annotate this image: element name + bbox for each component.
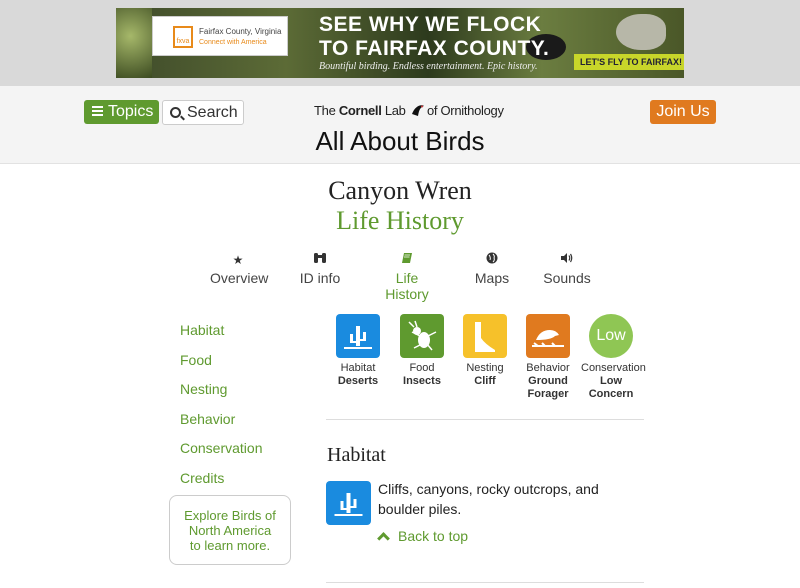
tab-maps[interactable]: Maps: [474, 252, 510, 286]
ad-cta-button[interactable]: LET'S FLY TO FAIRFAX!: [574, 54, 684, 70]
globe-icon: [474, 252, 510, 268]
ad-foliage-image: [116, 8, 152, 78]
card-conservation-value-line1: Low: [600, 375, 622, 387]
card-habitat[interactable]: Habitat Deserts: [328, 314, 388, 388]
fxva-logo-icon: fxva: [173, 26, 193, 48]
ad-headline-line2: TO FAIRFAX COUNTY.: [319, 37, 550, 60]
page-subtitle: Life History: [336, 206, 464, 235]
cornell-bird-icon: [411, 105, 424, 116]
ad-headline: SEE WHY WE FLOCK TO FAIRFAX COUNTY.: [319, 13, 599, 61]
species-tabs: ★ Overview ID info Life History Maps Sou…: [0, 252, 800, 302]
card-behavior-value-line1: Ground: [528, 375, 568, 387]
sidenav-behavior[interactable]: Behavior: [180, 411, 263, 441]
speaker-icon: [542, 252, 592, 268]
tab-life-history-label: Life History: [385, 270, 429, 302]
cactus-icon: [326, 481, 371, 525]
card-food-caption: Food: [409, 362, 435, 374]
back-to-top-label: Back to top: [398, 528, 469, 544]
explore-line2: North America: [188, 523, 272, 538]
tab-id-info[interactable]: ID info: [298, 252, 342, 286]
search-button[interactable]: Search: [162, 100, 244, 125]
tab-maps-label: Maps: [474, 270, 510, 286]
ad-tagline: Bountiful birding. Endless entertainment…: [319, 61, 538, 72]
star-icon: ★: [232, 253, 244, 267]
logo-the: The: [314, 103, 339, 118]
tab-sounds-label: Sounds: [543, 270, 591, 286]
conservation-badge: Low: [589, 314, 633, 358]
sidenav-nesting[interactable]: Nesting: [180, 381, 263, 411]
section-sidenav: Habitat Food Nesting Behavior Conservati…: [180, 322, 263, 499]
divider: [326, 419, 644, 420]
sidenav-food[interactable]: Food: [180, 352, 263, 382]
card-conservation-value-line2: Concern: [588, 388, 634, 400]
sidenav-conservation[interactable]: Conservation: [180, 440, 263, 470]
tab-overview[interactable]: ★ Overview: [210, 252, 269, 286]
search-label: Search: [187, 104, 238, 121]
tab-overview-label: Overview: [210, 270, 269, 286]
chevron-up-icon: [377, 532, 390, 545]
topics-label: Topics: [108, 103, 154, 120]
card-behavior[interactable]: Behavior Ground Forager: [518, 314, 578, 401]
menu-icon: [92, 106, 103, 116]
ad-banner[interactable]: fxva Fairfax County, Virginia Connect wi…: [116, 8, 684, 78]
insect-icon: [400, 314, 444, 358]
site-title[interactable]: All About Birds: [0, 126, 800, 157]
card-food-value: Insects: [403, 375, 441, 387]
explore-birds-button[interactable]: Explore Birds of North America to learn …: [169, 495, 291, 565]
back-to-top-link[interactable]: Back to top: [377, 528, 469, 545]
explore-line1: Explore Birds of: [184, 508, 276, 523]
card-nesting-caption: Nesting: [466, 362, 504, 374]
logo-lab: Lab: [381, 103, 409, 118]
card-conservation-caption: Conservation: [581, 362, 646, 374]
card-conservation[interactable]: Low Conservation Low Concern: [581, 314, 646, 401]
divider: [326, 582, 644, 583]
book-icon: [372, 252, 442, 268]
topics-button[interactable]: Topics: [84, 100, 159, 124]
card-nesting-value: Cliff: [474, 375, 496, 387]
ad-sponsor-card: fxva Fairfax County, Virginia Connect wi…: [152, 16, 288, 56]
card-behavior-caption: Behavior: [526, 362, 570, 374]
tab-id-info-label: ID info: [299, 270, 341, 286]
join-us-button[interactable]: Join Us: [650, 100, 716, 124]
ground-forager-icon: [526, 314, 570, 358]
cactus-icon: [336, 314, 380, 358]
cliff-icon: [463, 314, 507, 358]
cornell-lab-logo[interactable]: The Cornell Lab of Ornithology: [314, 102, 504, 118]
card-habitat-caption: Habitat: [340, 362, 376, 374]
card-habitat-value: Deserts: [337, 375, 379, 387]
card-nesting[interactable]: Nesting Cliff: [455, 314, 515, 388]
ad-banner-bar: fxva Fairfax County, Virginia Connect wi…: [0, 0, 800, 86]
ad-heron-image: [616, 14, 666, 50]
species-name: Canyon Wren: [328, 176, 472, 205]
explore-line3: to learn more.: [189, 538, 271, 553]
tab-sounds[interactable]: Sounds: [542, 252, 592, 286]
card-food[interactable]: Food Insects: [392, 314, 452, 388]
habitat-description: Cliffs, canyons, rocky outcrops, and bou…: [378, 481, 599, 517]
binoculars-icon: [298, 252, 342, 268]
ad-card-line2: Connect with America: [199, 39, 267, 46]
ad-headline-line1: SEE WHY WE FLOCK: [319, 13, 542, 36]
ad-logo-text: fxva: [176, 38, 190, 45]
search-icon: [170, 107, 181, 118]
ad-card-line1: Fairfax County, Virginia: [199, 27, 282, 36]
logo-cornell: Cornell: [338, 103, 382, 118]
site-header: Topics Search The Cornell Lab of Ornitho…: [0, 86, 800, 164]
sidenav-habitat[interactable]: Habitat: [180, 322, 263, 352]
card-behavior-value-line2: Forager: [527, 388, 569, 400]
section-title-habitat: Habitat: [327, 444, 386, 466]
logo-of: of Ornithology: [426, 103, 504, 118]
tab-life-history[interactable]: Life History: [372, 252, 442, 302]
